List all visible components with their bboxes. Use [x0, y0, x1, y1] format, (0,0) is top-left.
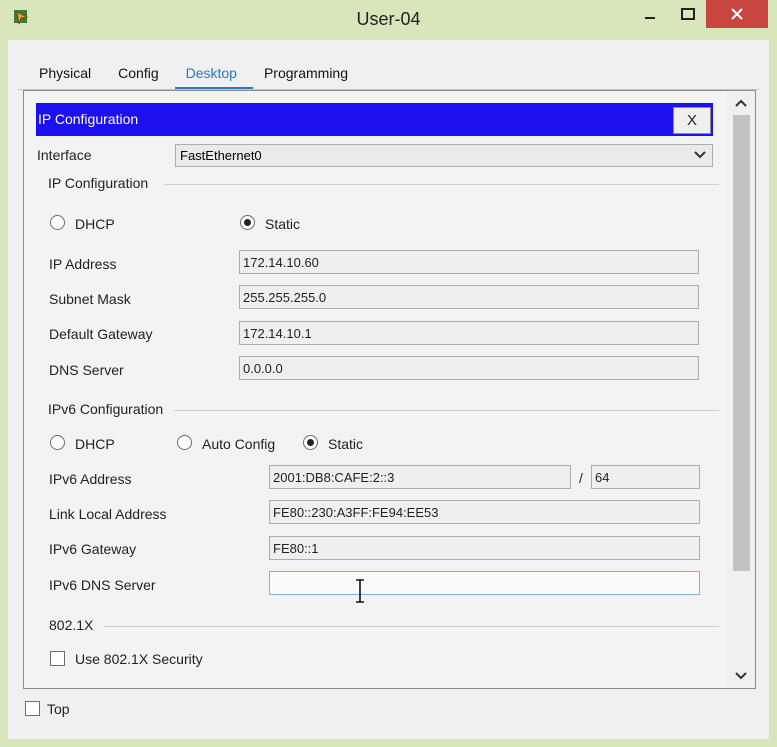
title-bar: User-04 — [0, 0, 777, 38]
tab-physical[interactable]: Physical — [28, 62, 107, 90]
ip-config-title: IP Configuration — [38, 111, 139, 127]
close-icon — [731, 8, 743, 20]
ipv4-dhcp-radio[interactable] — [50, 215, 65, 230]
link-local-address-field[interactable]: FE80::230:A3FF:FE94:EE53 — [269, 500, 700, 524]
ipv6-dhcp-radio[interactable] — [50, 435, 65, 450]
ipv4-dhcp-label: DHCP — [75, 216, 115, 232]
maximize-button[interactable] — [670, 0, 706, 28]
link-local-address-label: Link Local Address — [49, 506, 167, 522]
ipv6-static-label: Static — [328, 436, 364, 452]
ipv4-section-divider — [164, 184, 719, 185]
chevron-down-icon — [694, 151, 706, 159]
prefix-slash: / — [579, 470, 583, 486]
default-gateway-field[interactable]: 172.14.10.1 — [239, 321, 699, 345]
default-gateway-label: Default Gateway — [49, 326, 153, 342]
vertical-scrollbar[interactable] — [727, 91, 755, 688]
minimize-button[interactable] — [630, 0, 670, 28]
tab-label: Programming — [263, 65, 348, 81]
app-window: User-04 Physical Config Desktop Programm… — [0, 0, 777, 747]
maximize-icon — [681, 8, 695, 20]
ipv4-static-radio[interactable] — [240, 215, 255, 230]
ipv6-section-label: IPv6 Configuration — [48, 401, 164, 417]
use-dot1x-label: Use 802.1X Security — [75, 651, 203, 667]
always-on-top-label: Top — [47, 701, 70, 717]
always-on-top-checkbox[interactable] — [25, 701, 40, 716]
scrollbar-thumb[interactable] — [733, 115, 750, 571]
ipv6-address-field[interactable]: 2001:DB8:CAFE:2::3 — [269, 465, 571, 489]
scroll-up-button[interactable] — [727, 93, 755, 113]
ipv6-gateway-field[interactable]: FE80::1 — [269, 536, 700, 560]
dot1x-section-label: 802.1X — [49, 617, 94, 633]
tab-desktop[interactable]: Desktop — [174, 62, 254, 90]
ipv4-section-label: IP Configuration — [48, 175, 149, 191]
ipv6-prefix-length-field[interactable]: 64 — [591, 465, 700, 489]
ipv6-auto-config-label: Auto Config — [202, 436, 276, 452]
text-cursor-icon — [356, 579, 364, 603]
desktop-pane: IP Configuration X Interface FastEtherne… — [23, 90, 756, 689]
tab-label: Desktop — [185, 65, 237, 81]
tab-label: Physical — [39, 65, 92, 81]
tab-programming[interactable]: Programming — [253, 62, 364, 90]
tab-label: Config — [118, 65, 159, 81]
ipv6-dns-server-label: IPv6 DNS Server — [49, 577, 156, 593]
ipv6-address-label: IPv6 Address — [49, 471, 132, 487]
ip-address-label: IP Address — [49, 256, 117, 272]
window-content: Physical Config Desktop Programming IP C… — [8, 40, 769, 739]
ipv6-static-radio[interactable] — [303, 435, 318, 450]
dns-server-field[interactable]: 0.0.0.0 — [239, 356, 699, 380]
ip-address-field[interactable]: 172.14.10.60 — [239, 250, 699, 274]
minimize-icon — [645, 17, 655, 19]
scroll-down-button[interactable] — [727, 666, 755, 686]
subnet-mask-label: Subnet Mask — [49, 291, 131, 307]
ipv6-gateway-label: IPv6 Gateway — [49, 541, 137, 557]
chevron-up-icon — [735, 99, 747, 107]
chevron-down-icon — [735, 672, 747, 680]
ipv6-dns-server-field[interactable] — [269, 571, 700, 595]
subnet-mask-field[interactable]: 255.255.255.0 — [239, 285, 699, 309]
interface-select[interactable]: FastEthernet0 — [175, 144, 713, 167]
interface-value: FastEthernet0 — [180, 148, 262, 163]
close-window-button[interactable] — [706, 0, 768, 28]
ipv6-auto-config-radio[interactable] — [177, 435, 192, 450]
ipv6-dhcp-label: DHCP — [75, 436, 115, 452]
tab-config[interactable]: Config — [107, 62, 174, 90]
ipv4-static-label: Static — [265, 216, 301, 232]
interface-label: Interface — [37, 147, 92, 163]
ip-config-close-button[interactable]: X — [673, 107, 711, 134]
tab-bar: Physical Config Desktop Programming — [28, 62, 364, 90]
dns-server-label: DNS Server — [49, 362, 124, 378]
use-dot1x-checkbox[interactable] — [50, 651, 65, 666]
ipv6-section-divider — [174, 410, 719, 411]
dot1x-section-divider — [104, 626, 719, 627]
ip-config-header: IP Configuration X — [36, 103, 713, 136]
